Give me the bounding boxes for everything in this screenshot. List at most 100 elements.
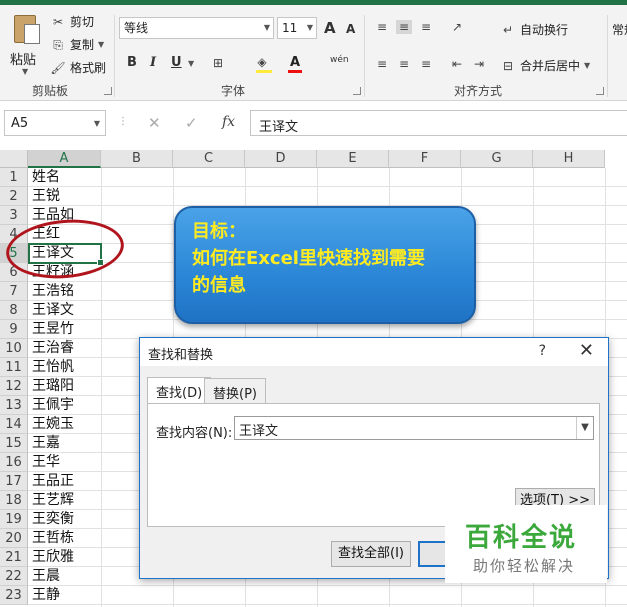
align-center-icon[interactable]: ≡ [396, 57, 412, 71]
column-header-b[interactable]: B [101, 150, 173, 168]
row-header[interactable]: 18 [0, 491, 28, 510]
row-header[interactable]: 16 [0, 453, 28, 472]
row-header[interactable]: 15 [0, 434, 28, 453]
cut-button[interactable]: ✂ 剪切 [50, 13, 94, 30]
help-icon[interactable]: ? [539, 343, 546, 359]
shrink-font-button[interactable]: A [346, 22, 355, 36]
row-header[interactable]: 14 [0, 415, 28, 434]
cell-a[interactable]: 王哲栋 [29, 529, 101, 548]
select-all-corner[interactable] [0, 150, 28, 168]
cell-a[interactable]: 王怡帆 [29, 358, 101, 377]
number-format-select[interactable]: 常规 [612, 21, 627, 38]
font-size-select[interactable]: 11 ▼ [277, 17, 317, 39]
cell-a[interactable]: 王华 [29, 453, 101, 472]
chevron-down-icon[interactable]: ▼ [188, 59, 194, 68]
increase-indent-icon[interactable]: ⇥ [471, 57, 487, 71]
row-header[interactable]: 19 [0, 510, 28, 529]
column-header-e[interactable]: E [317, 150, 389, 168]
cell-a[interactable]: 王奕衡 [29, 510, 101, 529]
merge-center-button[interactable]: ⊟ 合并后居中 ▼ [500, 57, 590, 74]
grid-line [28, 585, 627, 586]
cell-a[interactable]: 王欣雅 [29, 548, 101, 567]
cancel-icon[interactable]: ✕ [148, 114, 161, 132]
tab-replace[interactable]: 替换(P) [204, 378, 266, 403]
copy-label: 复制 [70, 38, 95, 52]
cell-a[interactable]: 王艺辉 [29, 491, 101, 510]
row-header[interactable]: 23 [0, 586, 28, 605]
row-header[interactable]: 8 [0, 301, 28, 320]
row-header[interactable]: 10 [0, 339, 28, 358]
column-header-g[interactable]: G [461, 150, 533, 168]
grow-font-button[interactable]: A [324, 19, 336, 37]
align-right-icon[interactable]: ≡ [418, 57, 434, 71]
find-all-button[interactable]: 查找全部(I) [331, 541, 411, 567]
column-header-c[interactable]: C [173, 150, 245, 168]
cell-a[interactable]: 王静 [29, 586, 101, 605]
align-left-icon[interactable]: ≡ [374, 57, 390, 71]
row-header[interactable]: 2 [0, 187, 28, 206]
row-header[interactable]: 20 [0, 529, 28, 548]
row-header[interactable]: 12 [0, 377, 28, 396]
row-header[interactable]: 11 [0, 358, 28, 377]
underline-button[interactable]: U [171, 55, 182, 70]
column-header-a[interactable]: A [28, 150, 101, 168]
find-input[interactable]: 王译文 ▼ [234, 416, 594, 440]
divider [364, 15, 365, 97]
cell-a[interactable]: 王治睿 [29, 339, 101, 358]
row-header[interactable]: 21 [0, 548, 28, 567]
formula-value: 王译文 [259, 120, 299, 135]
row-header[interactable]: 3 [0, 206, 28, 225]
copy-button[interactable]: ⎘ 复制 ▼ [50, 36, 104, 53]
row-header[interactable]: 7 [0, 282, 28, 301]
column-header-h[interactable]: H [533, 150, 605, 168]
fill-color-icon[interactable]: ◈ [254, 55, 270, 69]
align-middle-icon[interactable]: ≡ [396, 20, 412, 34]
wrap-text-label: 自动换行 [520, 23, 569, 37]
clipboard-launcher-icon[interactable] [104, 87, 112, 95]
alignment-group-label: 对齐方式 [454, 84, 503, 98]
alignment-launcher-icon[interactable] [596, 87, 604, 95]
function-icon[interactable]: fx [222, 114, 235, 130]
row-header[interactable]: 13 [0, 396, 28, 415]
cell-a[interactable]: 王晨 [29, 567, 101, 586]
enter-icon[interactable]: ✓ [185, 114, 198, 132]
row-header[interactable]: 9 [0, 320, 28, 339]
column-header-d[interactable]: D [245, 150, 317, 168]
align-top-icon[interactable]: ≡ [374, 20, 390, 34]
cell-a[interactable]: 姓名 [29, 168, 101, 187]
italic-button[interactable]: I [150, 55, 156, 70]
cell-a[interactable]: 王锐 [29, 187, 101, 206]
phonetic-button[interactable]: wén [330, 55, 349, 65]
formula-input[interactable]: 王译文 [250, 110, 627, 136]
watermark-title: 百科全说 [465, 523, 578, 553]
font-size-value: 11 [282, 21, 298, 35]
tab-find[interactable]: 查找(D) [147, 377, 212, 404]
close-icon[interactable]: ✕ [579, 340, 594, 361]
paste-button[interactable]: 粘贴 ▼ [6, 13, 44, 76]
cell-a[interactable]: 王浩铭 [29, 282, 101, 301]
row-header[interactable]: 1 [0, 168, 28, 187]
cell-a[interactable]: 王昱竹 [29, 320, 101, 339]
bold-button[interactable]: B [127, 55, 137, 70]
font-launcher-icon[interactable] [353, 87, 361, 95]
cell-a[interactable]: 王嘉 [29, 434, 101, 453]
row-header[interactable]: 22 [0, 567, 28, 586]
cell-a[interactable]: 王婉玉 [29, 415, 101, 434]
watermark: 百科全说 助你轻松解决 [445, 505, 607, 583]
row-header[interactable]: 17 [0, 472, 28, 491]
format-painter-button[interactable]: 🖌 格式刷 [50, 59, 106, 76]
cell-a[interactable]: 王品正 [29, 472, 101, 491]
column-header-f[interactable]: F [389, 150, 461, 168]
cell-a[interactable]: 王佩宇 [29, 396, 101, 415]
font-name-select[interactable]: 等线 ▼ [119, 17, 274, 39]
name-box[interactable]: A5 ▼ [4, 110, 106, 136]
orientation-icon[interactable]: ↗ [449, 20, 465, 34]
decrease-indent-icon[interactable]: ⇤ [449, 57, 465, 71]
align-bottom-icon[interactable]: ≡ [418, 20, 434, 34]
font-color-button[interactable]: A [290, 55, 300, 70]
border-icon[interactable]: ⊞ [210, 56, 226, 70]
wrap-text-button[interactable]: ↵ 自动换行 [500, 21, 568, 38]
chevron-down-icon[interactable]: ▼ [576, 417, 593, 439]
cell-a[interactable]: 王译文 [29, 301, 101, 320]
cell-a[interactable]: 王璐阳 [29, 377, 101, 396]
